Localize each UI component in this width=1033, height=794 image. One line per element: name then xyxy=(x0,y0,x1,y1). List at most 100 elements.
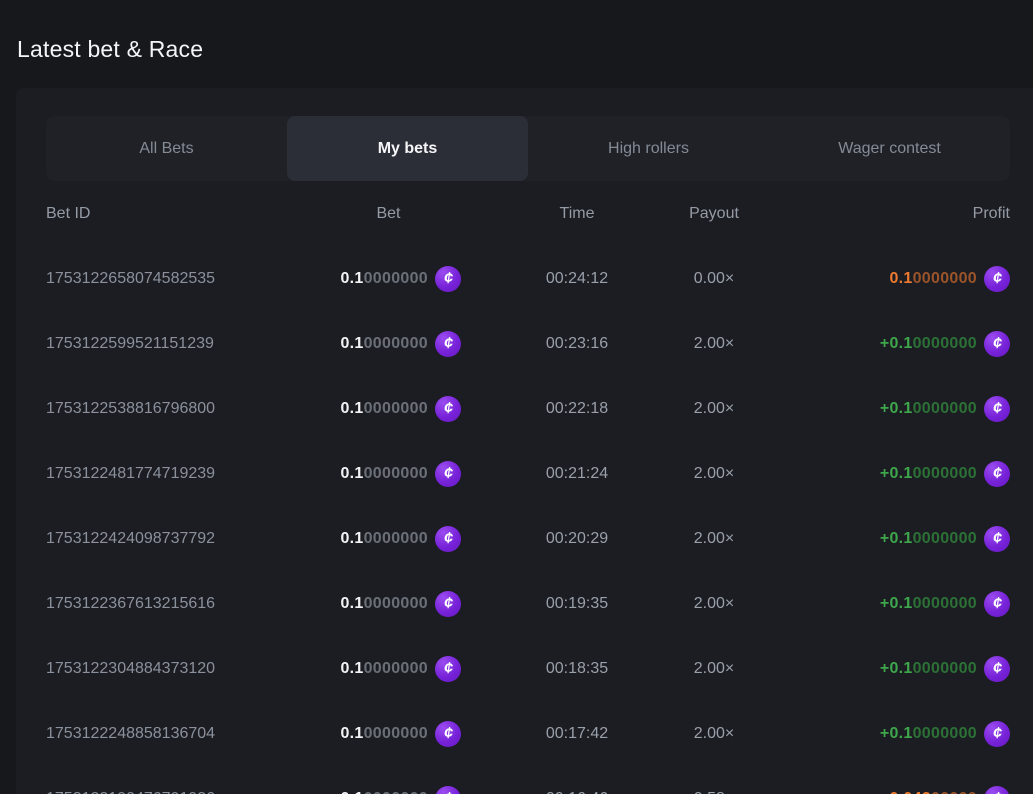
col-header-profit: Profit xyxy=(760,205,1010,223)
bet-time: 00:22:18 xyxy=(486,400,668,418)
coin-icon: ¢ xyxy=(984,396,1010,422)
bet-time: 00:21:24 xyxy=(486,465,668,483)
bet-amount: 0.10000000 ¢ xyxy=(316,266,461,292)
profit-main: 0.1 xyxy=(889,270,912,287)
payout-multiplier: 2.00× xyxy=(668,400,760,418)
latest-bets-panel: All Bets My bets High rollers Wager cont… xyxy=(16,88,1033,794)
coin-icon: ¢ xyxy=(984,786,1010,794)
profit-value: +0.10000000 xyxy=(880,595,977,613)
bets-table-body: 1753122658074582535 0.10000000 ¢ 00:24:1… xyxy=(46,246,1010,794)
coin-icon: ¢ xyxy=(435,786,461,794)
profit-main: 0.042 xyxy=(889,790,931,794)
bet-amount-zeros: 0000000 xyxy=(364,725,428,742)
bet-amount: 0.10000000 ¢ xyxy=(316,786,461,794)
col-header-time: Time xyxy=(486,205,668,223)
coin-icon: ¢ xyxy=(435,266,461,292)
profit-cell: +0.10000000 ¢ xyxy=(760,331,1010,357)
bet-amount-zeros: 0000000 xyxy=(364,660,428,677)
bet-amount-main: 0.1 xyxy=(340,725,363,742)
payout-multiplier: 2.00× xyxy=(668,595,760,613)
bet-amount: 0.10000000 ¢ xyxy=(316,461,461,487)
coin-icon: ¢ xyxy=(435,396,461,422)
bet-amount-main: 0.1 xyxy=(340,335,363,352)
table-row[interactable]: 1753122424098737792 0.10000000 ¢ 00:20:2… xyxy=(46,506,1010,571)
col-header-bet-id: Bet ID xyxy=(46,205,316,223)
table-row[interactable]: 1753122304884373120 0.10000000 ¢ 00:18:3… xyxy=(46,636,1010,701)
tab-high-rollers[interactable]: High rollers xyxy=(528,116,769,181)
table-row[interactable]: 1753122367613215616 0.10000000 ¢ 00:19:3… xyxy=(46,571,1010,636)
bet-amount: 0.10000000 ¢ xyxy=(316,396,461,422)
bet-time: 00:20:29 xyxy=(486,530,668,548)
page-title: Latest bet & Race xyxy=(0,0,1033,63)
profit-value: 0.04200000 xyxy=(889,790,977,794)
payout-multiplier: 0.58× xyxy=(668,790,760,794)
coin-icon: ¢ xyxy=(984,266,1010,292)
bet-id: 1753122658074582535 xyxy=(46,270,316,288)
profit-main: +0.1 xyxy=(880,660,913,677)
profit-value: +0.10000000 xyxy=(880,530,977,548)
bet-time: 00:17:42 xyxy=(486,725,668,743)
table-row[interactable]: 1753122538816796800 0.10000000 ¢ 00:22:1… xyxy=(46,376,1010,441)
profit-value: +0.10000000 xyxy=(880,725,977,743)
profit-zeros: 0000000 xyxy=(913,465,977,482)
bet-amount: 0.10000000 ¢ xyxy=(316,331,461,357)
table-row[interactable]: 1753122190476791936 0.10000000 ¢ 00:16:4… xyxy=(46,766,1010,794)
bet-amount: 0.10000000 ¢ xyxy=(316,591,461,617)
bet-amount-zeros: 0000000 xyxy=(364,530,428,547)
bet-amount-main: 0.1 xyxy=(340,660,363,677)
bets-tabbar: All Bets My bets High rollers Wager cont… xyxy=(46,116,1010,181)
bet-time: 00:19:35 xyxy=(486,595,668,613)
profit-main: +0.1 xyxy=(880,725,913,742)
profit-value: 0.10000000 xyxy=(889,270,977,288)
coin-icon: ¢ xyxy=(984,331,1010,357)
bet-id: 1753122538816796800 xyxy=(46,400,316,418)
table-row[interactable]: 1753122599521151239 0.10000000 ¢ 00:23:1… xyxy=(46,311,1010,376)
profit-value: +0.10000000 xyxy=(880,465,977,483)
profit-cell: +0.10000000 ¢ xyxy=(760,721,1010,747)
tab-wager-contest[interactable]: Wager contest xyxy=(769,116,1010,181)
bet-id: 1753122367613215616 xyxy=(46,595,316,613)
tab-my-bets[interactable]: My bets xyxy=(287,116,528,181)
coin-icon: ¢ xyxy=(435,461,461,487)
profit-cell: +0.10000000 ¢ xyxy=(760,461,1010,487)
profit-zeros: 0000000 xyxy=(913,270,977,287)
bet-time: 00:18:35 xyxy=(486,660,668,678)
coin-icon: ¢ xyxy=(435,331,461,357)
bet-id: 1753122481774719239 xyxy=(46,465,316,483)
tab-all-bets[interactable]: All Bets xyxy=(46,116,287,181)
profit-cell: +0.10000000 ¢ xyxy=(760,656,1010,682)
profit-zeros: 0000000 xyxy=(913,335,977,352)
bet-id: 1753122599521151239 xyxy=(46,335,316,353)
bet-amount-main: 0.1 xyxy=(340,270,363,287)
table-row[interactable]: 1753122481774719239 0.10000000 ¢ 00:21:2… xyxy=(46,441,1010,506)
coin-icon: ¢ xyxy=(984,461,1010,487)
bet-id: 1753122248858136704 xyxy=(46,725,316,743)
table-row[interactable]: 1753122658074582535 0.10000000 ¢ 00:24:1… xyxy=(46,246,1010,311)
profit-main: +0.1 xyxy=(880,530,913,547)
profit-value: +0.10000000 xyxy=(880,400,977,418)
profit-zeros: 0000000 xyxy=(913,725,977,742)
bet-amount-main: 0.1 xyxy=(340,530,363,547)
bet-time: 00:16:46 xyxy=(486,790,668,794)
coin-icon: ¢ xyxy=(984,591,1010,617)
payout-multiplier: 2.00× xyxy=(668,530,760,548)
bet-amount-main: 0.1 xyxy=(340,465,363,482)
table-row[interactable]: 1753122248858136704 0.10000000 ¢ 00:17:4… xyxy=(46,701,1010,766)
coin-icon: ¢ xyxy=(984,656,1010,682)
payout-multiplier: 0.00× xyxy=(668,270,760,288)
bet-amount: 0.10000000 ¢ xyxy=(316,526,461,552)
bet-amount-main: 0.1 xyxy=(340,790,363,794)
bet-amount: 0.10000000 ¢ xyxy=(316,721,461,747)
payout-multiplier: 2.00× xyxy=(668,465,760,483)
profit-zeros: 0000000 xyxy=(913,400,977,417)
profit-zeros: 0000000 xyxy=(913,595,977,612)
profit-value: +0.10000000 xyxy=(880,660,977,678)
bet-time: 00:24:12 xyxy=(486,270,668,288)
coin-icon: ¢ xyxy=(984,526,1010,552)
bet-id: 1753122190476791936 xyxy=(46,790,316,794)
payout-multiplier: 2.00× xyxy=(668,660,760,678)
profit-main: +0.1 xyxy=(880,335,913,352)
coin-icon: ¢ xyxy=(435,591,461,617)
bet-id: 1753122304884373120 xyxy=(46,660,316,678)
coin-icon: ¢ xyxy=(984,721,1010,747)
